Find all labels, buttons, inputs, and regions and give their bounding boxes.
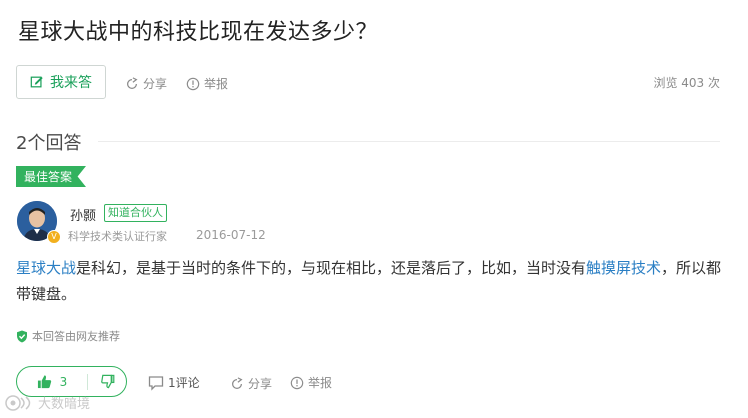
answer-count: 2个回答 <box>16 133 82 154</box>
answer-body: 星球大战是科幻，是基于当时的条件下的，与现在相比，还是落后了，比如，当时没有触摸… <box>16 255 731 307</box>
recommend-label: 本回答由网友推荐 <box>32 330 120 343</box>
thumbs-up-icon <box>37 375 51 389</box>
watermark-logo-icon <box>5 394 31 411</box>
like-button[interactable]: 3 <box>17 374 87 389</box>
comment-button[interactable]: 1评论 <box>148 374 200 391</box>
answer-button[interactable]: 我来答 <box>16 65 106 99</box>
author-title: 科学技术类认证行家 <box>68 230 167 243</box>
report-icon <box>290 376 304 389</box>
keyword-link[interactable]: 星球大战 <box>16 259 76 277</box>
answer-date: 2016-07-12 <box>196 228 266 242</box>
answer-report-label: 举报 <box>308 376 333 390</box>
verified-badge-icon: V <box>47 230 61 244</box>
share-icon <box>232 376 243 389</box>
best-answer-badge: 最佳答案 <box>16 166 86 187</box>
share-button[interactable]: 分享 <box>125 75 167 92</box>
shield-check-icon <box>17 330 27 342</box>
watermark: 大数暗境 <box>4 393 90 412</box>
comment-icon <box>148 375 164 391</box>
answer-text-part: 是科幻，是基于当时的条件下的，与现在相比，还是落后了，比如，当时没有 <box>76 259 587 277</box>
share-label: 分享 <box>143 77 168 91</box>
thumbs-down-icon <box>100 374 114 389</box>
like-count: 3 <box>59 374 68 389</box>
recommend-note: 本回答由网友推荐 <box>16 328 120 344</box>
keyword-link[interactable]: 触摸屏技术 <box>586 259 661 277</box>
question-title: 星球大战中的科技比现在发达多少？ <box>18 20 379 45</box>
report-icon <box>186 77 200 90</box>
answer-share-button[interactable]: 分享 <box>230 375 272 392</box>
partner-tag[interactable]: 知道合伙人 <box>104 204 167 222</box>
answer-report-button[interactable]: 举报 <box>290 374 332 391</box>
author-name[interactable]: 孙颢 <box>70 205 96 224</box>
divider <box>98 141 720 142</box>
edit-icon <box>30 76 43 88</box>
comment-label: 1评论 <box>168 376 200 390</box>
watermark-text: 大数暗境 <box>38 397 91 412</box>
dislike-button[interactable] <box>88 374 126 389</box>
report-label: 举报 <box>204 77 229 91</box>
report-button[interactable]: 举报 <box>186 75 228 92</box>
share-icon <box>127 76 138 89</box>
view-count: 浏览 403 次 <box>653 76 720 90</box>
answer-share-label: 分享 <box>248 377 273 391</box>
answer-button-label: 我来答 <box>50 75 92 91</box>
